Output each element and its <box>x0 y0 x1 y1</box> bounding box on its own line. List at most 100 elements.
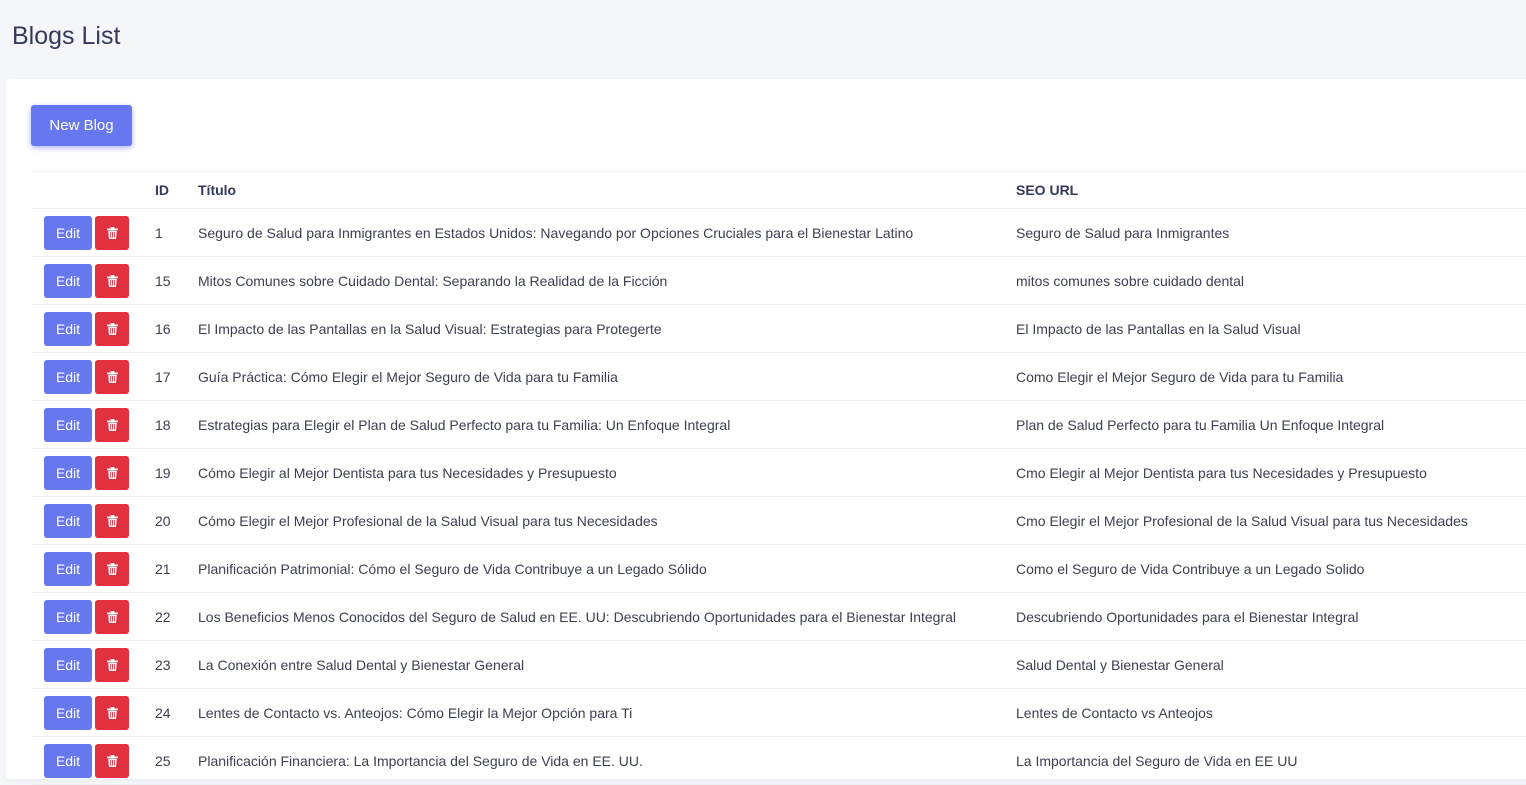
table-row-15: Edit 15 Mitos Comunes sobre Cuidado Dent… <box>32 256 1526 305</box>
blogs-table-body: Edit 1 Seguro de Salud para Inmigrantes … <box>32 208 1526 785</box>
header-seo-url[interactable]: SEO URL <box>1016 171 1526 209</box>
row-seo-url: Lentes de Contacto vs Anteojos <box>1016 688 1526 737</box>
row-id: 19 <box>155 448 198 497</box>
row-id: 18 <box>155 400 198 449</box>
row-actions: Edit <box>32 544 155 593</box>
trash-icon <box>106 658 118 671</box>
row-id: 22 <box>155 592 198 641</box>
row-title: La Conexión entre Salud Dental y Bienest… <box>198 640 1016 689</box>
row-title: Cómo Elegir el Mejor Profesional de la S… <box>198 496 1016 545</box>
row-actions: Edit <box>32 400 155 449</box>
row-title: Guía Práctica: Cómo Elegir el Mejor Segu… <box>198 352 1016 401</box>
delete-button[interactable] <box>95 407 129 442</box>
trash-icon <box>106 610 118 623</box>
delete-button[interactable] <box>95 743 129 778</box>
delete-button[interactable] <box>95 455 129 490</box>
page-title: Blogs List <box>12 22 121 50</box>
table-row-18: Edit 18 Estrategias para Elegir el Plan … <box>32 400 1526 449</box>
row-title: El Impacto de las Pantallas en la Salud … <box>198 304 1016 353</box>
row-actions: Edit <box>32 208 155 257</box>
row-title: Estrategias para Elegir el Plan de Salud… <box>198 400 1016 449</box>
edit-button[interactable]: Edit <box>44 599 92 634</box>
blogs-table: ID Título SEO URL Edit 1 Seguro de Salud… <box>32 171 1526 785</box>
edit-button[interactable]: Edit <box>44 215 92 250</box>
trash-icon <box>106 274 118 287</box>
row-title: Cómo Elegir al Mejor Dentista para tus N… <box>198 448 1016 497</box>
row-seo-url: mitos comunes sobre cuidado dental <box>1016 256 1526 305</box>
edit-button[interactable]: Edit <box>44 311 92 346</box>
edit-button[interactable]: Edit <box>44 263 92 298</box>
row-id: 21 <box>155 544 198 593</box>
row-seo-url: La Importancia del Seguro de Vida en EE … <box>1016 736 1526 785</box>
row-id: 25 <box>155 736 198 785</box>
row-actions: Edit <box>32 496 155 545</box>
row-title: Planificación Patrimonial: Cómo el Segur… <box>198 544 1016 593</box>
header-id[interactable]: ID <box>155 171 198 209</box>
table-header-row: ID Título SEO URL <box>32 171 1526 209</box>
table-row-20: Edit 20 Cómo Elegir el Mejor Profesional… <box>32 496 1526 545</box>
header-title[interactable]: Título <box>198 171 1016 209</box>
row-title: Los Beneficios Menos Conocidos del Segur… <box>198 592 1016 641</box>
delete-button[interactable] <box>95 647 129 682</box>
delete-button[interactable] <box>95 551 129 586</box>
row-actions: Edit <box>32 640 155 689</box>
delete-button[interactable] <box>95 263 129 298</box>
row-seo-url: Cmo Elegir el Mejor Profesional de la Sa… <box>1016 496 1526 545</box>
page-header: Blogs List <box>0 0 1526 79</box>
trash-icon <box>106 466 118 479</box>
delete-button[interactable] <box>95 503 129 538</box>
trash-icon <box>106 562 118 575</box>
delete-button[interactable] <box>95 311 129 346</box>
row-actions: Edit <box>32 688 155 737</box>
row-seo-url: Salud Dental y Bienestar General <box>1016 640 1526 689</box>
trash-icon <box>106 370 118 383</box>
trash-icon <box>106 514 118 527</box>
row-seo-url: Descubriendo Oportunidades para el Biene… <box>1016 592 1526 641</box>
row-seo-url: Plan de Salud Perfecto para tu Familia U… <box>1016 400 1526 449</box>
delete-button[interactable] <box>95 359 129 394</box>
row-id: 23 <box>155 640 198 689</box>
edit-button[interactable]: Edit <box>44 407 92 442</box>
table-row-1: Edit 1 Seguro de Salud para Inmigrantes … <box>32 208 1526 257</box>
table-row-21: Edit 21 Planificación Patrimonial: Cómo … <box>32 544 1526 593</box>
edit-button[interactable]: Edit <box>44 455 92 490</box>
table-row-17: Edit 17 Guía Práctica: Cómo Elegir el Me… <box>32 352 1526 401</box>
row-seo-url: El Impacto de las Pantallas en la Salud … <box>1016 304 1526 353</box>
row-id: 16 <box>155 304 198 353</box>
header-actions <box>32 171 155 209</box>
trash-icon <box>106 706 118 719</box>
edit-button[interactable]: Edit <box>44 743 92 778</box>
table-row-19: Edit 19 Cómo Elegir al Mejor Dentista pa… <box>32 448 1526 497</box>
edit-button[interactable]: Edit <box>44 359 92 394</box>
delete-button[interactable] <box>95 599 129 634</box>
new-blog-button[interactable]: New Blog <box>31 105 132 146</box>
row-actions: Edit <box>32 352 155 401</box>
row-seo-url: Seguro de Salud para Inmigrantes <box>1016 208 1526 257</box>
row-seo-url: Cmo Elegir al Mejor Dentista para tus Ne… <box>1016 448 1526 497</box>
trash-icon <box>106 226 118 239</box>
blogs-card: New Blog ID Título SEO URL Edit 1 Seguro… <box>6 79 1526 785</box>
row-title: Mitos Comunes sobre Cuidado Dental: Sepa… <box>198 256 1016 305</box>
row-id: 15 <box>155 256 198 305</box>
row-title: Lentes de Contacto vs. Anteojos: Cómo El… <box>198 688 1016 737</box>
delete-button[interactable] <box>95 215 129 250</box>
trash-icon <box>106 754 118 767</box>
row-actions: Edit <box>32 592 155 641</box>
trash-icon <box>106 322 118 335</box>
delete-button[interactable] <box>95 695 129 730</box>
row-id: 24 <box>155 688 198 737</box>
row-actions: Edit <box>32 736 155 785</box>
row-actions: Edit <box>32 304 155 353</box>
trash-icon <box>106 418 118 431</box>
row-id: 20 <box>155 496 198 545</box>
edit-button[interactable]: Edit <box>44 551 92 586</box>
row-actions: Edit <box>32 256 155 305</box>
row-title: Planificación Financiera: La Importancia… <box>198 736 1016 785</box>
edit-button[interactable]: Edit <box>44 695 92 730</box>
row-seo-url: Como Elegir el Mejor Seguro de Vida para… <box>1016 352 1526 401</box>
edit-button[interactable]: Edit <box>44 647 92 682</box>
row-title: Seguro de Salud para Inmigrantes en Esta… <box>198 208 1016 257</box>
table-row-24: Edit 24 Lentes de Contacto vs. Anteojos:… <box>32 688 1526 737</box>
edit-button[interactable]: Edit <box>44 503 92 538</box>
table-row-23: Edit 23 La Conexión entre Salud Dental y… <box>32 640 1526 689</box>
